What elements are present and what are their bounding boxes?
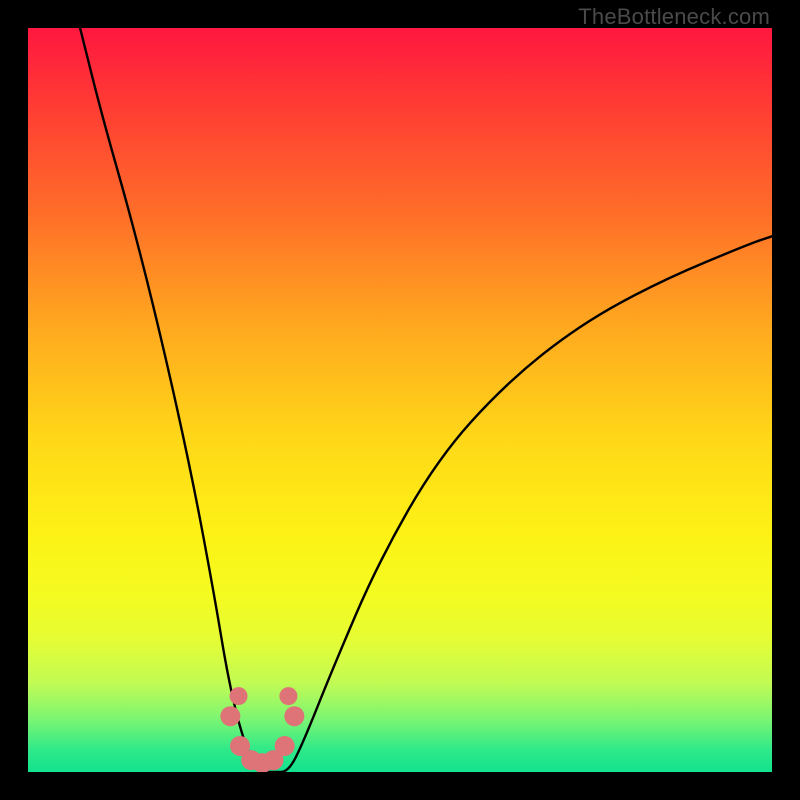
chart-svg [28,28,772,772]
chart-frame: TheBottleneck.com [0,0,800,800]
chart-plot-area [28,28,772,772]
trough-marker [220,706,240,726]
trough-markers [220,687,304,772]
trough-marker [279,687,297,705]
trough-marker [275,736,295,756]
watermark-credit: TheBottleneck.com [578,4,770,30]
bottleneck-curve [80,28,772,772]
trough-marker [284,706,304,726]
trough-marker [230,687,248,705]
